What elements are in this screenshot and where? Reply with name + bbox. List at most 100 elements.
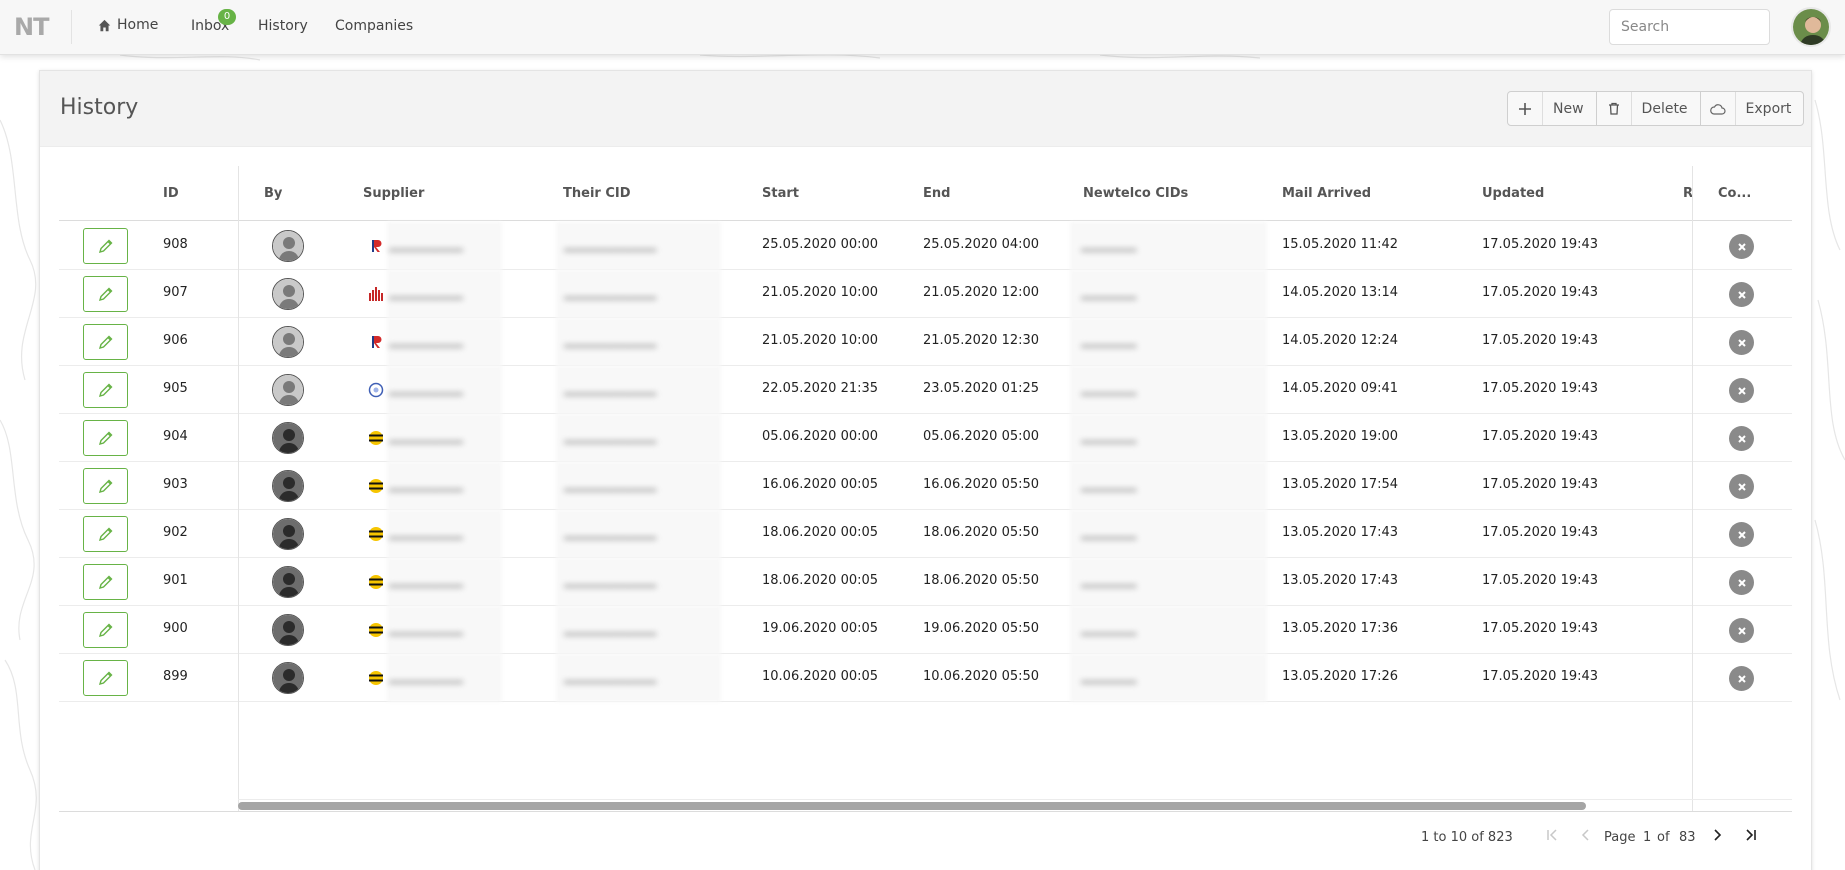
close-button[interactable] [1729,330,1754,355]
close-icon [1737,338,1746,347]
close-icon [1737,482,1746,491]
supplier-name-redacted-text: ▂▂▂▂▂▂▂▂ [389,670,463,684]
cell-id: 902 [163,525,188,540]
search-input[interactable] [1609,9,1770,45]
top-navbar: NT Home Inbox 0 History Companies [0,0,1845,55]
cell-end: 19.06.2020 05:50 [923,621,1040,636]
edit-button[interactable] [83,468,128,504]
page-label: Page [1604,830,1636,845]
column-header-their-cid[interactable]: Their CID [563,186,631,201]
table-row[interactable]: 904 ▂▂▂▂▂▂▂▂ ▂▂▂▂▂▂▂▂▂▂ 05.06.2020 00:00 05.… [59,414,1792,462]
supplier-name-redacted-text: ▂▂▂▂▂▂▂▂ [389,334,463,348]
close-button[interactable] [1729,282,1754,307]
edit-button[interactable] [83,612,128,648]
close-icon [1737,674,1746,683]
close-button[interactable] [1729,522,1754,547]
column-header-id[interactable]: ID [163,186,179,201]
first-page-icon[interactable] [1545,828,1559,842]
user-avatar[interactable] [1791,7,1831,47]
horizontal-scrollbar[interactable] [238,802,1586,810]
supplier-logo-icon [368,526,384,542]
table-row[interactable]: 901 ▂▂▂▂▂▂▂▂ ▂▂▂▂▂▂▂▂▂▂ 18.06.2020 00:05 18.… [59,558,1792,606]
nav-home[interactable]: Home [98,17,158,33]
edit-button[interactable] [83,228,128,264]
new-button[interactable]: New [1508,92,1596,125]
nav-companies[interactable]: Companies [335,18,413,34]
cell-start: 21.05.2020 10:00 [762,333,879,348]
edit-button[interactable] [83,324,128,360]
column-header-by[interactable]: By [264,186,282,201]
newtelco-cids-redacted-text: ▂▂▂▂▂▂ [1081,430,1137,444]
table-row[interactable]: 908 ▂▂▂▂▂▂▂▂ ▂▂▂▂▂▂▂▂▂▂ 25.05.2020 00:00 25.… [59,222,1792,270]
their-cid-redacted-text: ▂▂▂▂▂▂▂▂▂▂ [564,334,657,348]
edit-button[interactable] [83,516,128,552]
column-header-newtelco-cids[interactable]: Newtelco CIDs [1083,186,1188,201]
close-button[interactable] [1729,474,1754,499]
table-row[interactable]: 899 ▂▂▂▂▂▂▂▂ ▂▂▂▂▂▂▂▂▂▂ 10.06.2020 00:05 10.… [59,654,1792,702]
next-page-icon[interactable] [1710,828,1724,842]
their-cid-redacted-text: ▂▂▂▂▂▂▂▂▂▂ [564,382,657,396]
edit-button[interactable] [83,276,128,312]
edit-button[interactable] [83,564,128,600]
close-button[interactable] [1729,618,1754,643]
cell-start: 05.06.2020 00:00 [762,429,879,444]
their-cid-redacted-text: ▂▂▂▂▂▂▂▂▂▂ [564,478,657,492]
creator-avatar [272,470,304,502]
column-header-mail-arrived[interactable]: Mail Arrived [1282,186,1371,201]
supplier-name-redacted-text: ▂▂▂▂▂▂▂▂ [389,430,463,444]
edit-button[interactable] [83,660,128,696]
close-button[interactable] [1729,666,1754,691]
creator-avatar [272,278,304,310]
table-row[interactable]: 903 ▂▂▂▂▂▂▂▂ ▂▂▂▂▂▂▂▂▂▂ 16.06.2020 00:05 16.… [59,462,1792,510]
newtelco-cids-redacted-text: ▂▂▂▂▂▂ [1081,382,1137,396]
close-button[interactable] [1729,234,1754,259]
cell-id: 899 [163,669,188,684]
column-header-start[interactable]: Start [762,186,799,201]
creator-avatar [272,614,304,646]
table-row[interactable]: 907 ▂▂▂▂▂▂▂▂ ▂▂▂▂▂▂▂▂▂▂ 21.05.2020 10:00 21.… [59,270,1792,318]
newtelco-cids-redacted-text: ▂▂▂▂▂▂ [1081,286,1137,300]
app-logo[interactable]: NT [14,13,49,41]
export-button-label: Export [1745,100,1792,117]
cell-start: 21.05.2020 10:00 [762,285,879,300]
pencil-icon [98,479,112,494]
nav-history[interactable]: History [258,18,308,34]
previous-page-icon[interactable] [1579,828,1593,842]
their-cid-redacted-text: ▂▂▂▂▂▂▂▂▂▂ [564,670,657,684]
column-header-co[interactable]: Co... [1718,186,1751,201]
pencil-icon [98,287,112,302]
cell-updated: 17.05.2020 19:43 [1482,621,1599,636]
cell-end: 05.06.2020 05:00 [923,429,1040,444]
table-row[interactable]: 902 ▂▂▂▂▂▂▂▂ ▂▂▂▂▂▂▂▂▂▂ 18.06.2020 00:05 18.… [59,510,1792,558]
close-icon [1737,530,1746,539]
close-icon [1737,290,1746,299]
cell-end: 18.06.2020 05:50 [923,525,1040,540]
pencil-icon [98,527,112,542]
table-row[interactable]: 906 ▂▂▂▂▂▂▂▂ ▂▂▂▂▂▂▂▂▂▂ 21.05.2020 10:00 21.… [59,318,1792,366]
table-row[interactable]: 905 ▂▂▂▂▂▂▂▂ ▂▂▂▂▂▂▂▂▂▂ 22.05.2020 21:35 23.… [59,366,1792,414]
new-button-label: New [1553,100,1584,117]
supplier-name-redacted-text: ▂▂▂▂▂▂▂▂ [389,526,463,540]
page-title: History [60,95,139,120]
column-header-updated[interactable]: Updated [1482,186,1544,201]
close-button[interactable] [1729,426,1754,451]
edit-button[interactable] [83,420,128,456]
supplier-logo-icon [368,670,384,686]
supplier-logo-icon [368,238,384,254]
delete-button[interactable]: Delete [1595,92,1700,125]
creator-avatar [272,230,304,262]
cell-id: 903 [163,477,188,492]
action-button-group: New Delete Export [1507,91,1805,126]
close-button[interactable] [1729,570,1754,595]
cell-end: 25.05.2020 04:00 [923,237,1040,252]
column-header-supplier[interactable]: Supplier [363,186,424,201]
edit-button[interactable] [83,372,128,408]
table-row[interactable]: 900 ▂▂▂▂▂▂▂▂ ▂▂▂▂▂▂▂▂▂▂ 19.06.2020 00:05 19.… [59,606,1792,654]
cell-updated: 17.05.2020 19:43 [1482,381,1599,396]
column-header-end[interactable]: End [923,186,950,201]
cell-mail-arrived: 15.05.2020 11:42 [1282,237,1399,252]
export-button[interactable]: Export [1699,92,1804,125]
last-page-icon[interactable] [1744,828,1758,842]
close-button[interactable] [1729,378,1754,403]
cell-end: 16.06.2020 05:50 [923,477,1040,492]
